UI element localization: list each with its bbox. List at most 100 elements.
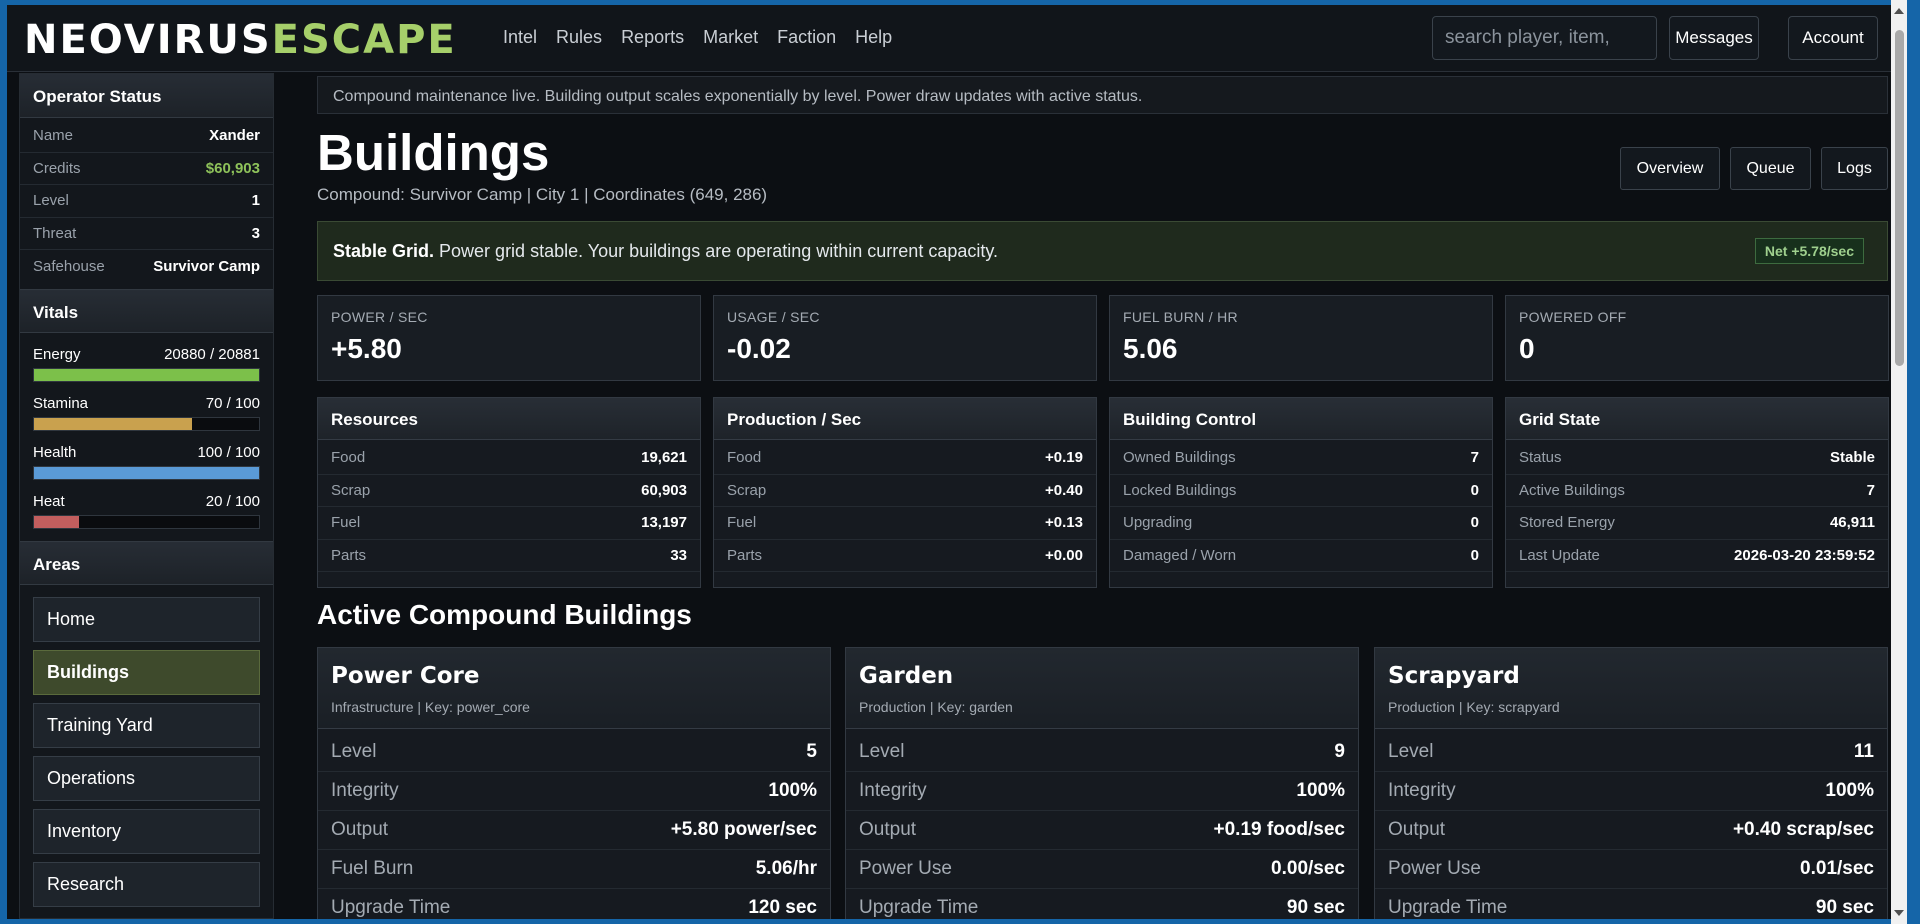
grid-state-panel: Grid State Status Stable Active Buildings…: [1505, 397, 1889, 588]
row-label: Integrity: [859, 780, 927, 801]
stat-value: 5.06: [1123, 333, 1178, 364]
status-value: Survivor Camp: [153, 257, 260, 275]
building-meta: Infrastructure | Key: power_core: [331, 699, 530, 715]
logs-button[interactable]: Logs: [1821, 147, 1888, 190]
area-home[interactable]: Home: [33, 596, 260, 642]
areas-title: Areas: [20, 540, 273, 585]
stamina-bar: [33, 416, 260, 431]
status-value: Xander: [209, 127, 260, 145]
sidebar: Operator Status Name Xander Credits $60,…: [19, 73, 274, 919]
area-research[interactable]: Research: [33, 861, 260, 907]
nav-market[interactable]: Market: [703, 27, 758, 48]
vital-label: Health: [33, 443, 77, 461]
alert-heading: Stable Grid.: [333, 241, 435, 261]
row-value: 100%: [1296, 780, 1345, 801]
row-label: Power Use: [1388, 858, 1481, 879]
status-label: Credits: [33, 159, 81, 177]
stat-label: FUEL BURN / HR: [1123, 309, 1238, 325]
row-value: +0.19 food/sec: [1213, 819, 1345, 840]
vitals-list: Energy 20880 / 20881 Stamina 70 / 100 Heal…: [20, 346, 273, 541]
row-label: Level: [1388, 741, 1434, 762]
row-value: 100%: [1825, 780, 1874, 801]
row-label: Scrap: [331, 481, 371, 499]
brand-logo[interactable]: NEOVIRUSESCAPE: [24, 18, 457, 62]
row-value: 0: [1470, 514, 1479, 532]
row-value: 9: [1334, 741, 1345, 762]
nav-rules[interactable]: Rules: [556, 27, 602, 48]
area-buildings[interactable]: Buildings: [33, 649, 260, 695]
scroll-down-icon[interactable]: [1894, 910, 1904, 916]
row-label: Output: [331, 819, 389, 840]
scroll-up-icon[interactable]: [1894, 8, 1904, 14]
row-label: Food: [727, 449, 762, 467]
vital-stamina: Stamina 70 / 100: [20, 395, 273, 431]
row-value: +0.40: [1045, 481, 1083, 499]
top-bar: NEOVIRUSESCAPE Intel Rules Reports Marke…: [7, 5, 1898, 72]
search-input[interactable]: [1432, 16, 1657, 60]
stat-fuel-burn: FUEL BURN / HR 5.06: [1109, 295, 1493, 381]
stamina-bar-fill: [34, 417, 192, 430]
row-value: 0.00/sec: [1271, 858, 1345, 879]
vital-value: 100 / 100: [197, 443, 260, 461]
nav-intel[interactable]: Intel: [503, 27, 537, 48]
nav-faction[interactable]: Faction: [777, 27, 836, 48]
row-label: Damaged / Worn: [1123, 546, 1237, 564]
row-label: Status: [1519, 449, 1562, 467]
row-value: 11: [1853, 741, 1874, 762]
status-row-safehouse: Safehouse Survivor Camp: [20, 250, 273, 283]
page-subtitle: Compound: Survivor Camp | City 1 | Coord…: [317, 185, 768, 204]
row-value: +0.19: [1045, 449, 1083, 467]
energy-bar: [33, 367, 260, 382]
scrollbar-thumb[interactable]: [1895, 30, 1904, 366]
panel-title: Building Control: [1110, 398, 1492, 440]
building-meta: Production | Key: garden: [859, 699, 1013, 715]
stat-value: -0.02: [727, 333, 791, 364]
main-nav: Intel Rules Reports Market Faction Help: [503, 27, 911, 48]
row-value: 100%: [768, 780, 817, 801]
area-inventory[interactable]: Inventory: [33, 808, 260, 854]
panel-title: Resources: [318, 398, 700, 440]
building-control-panel: Building Control Owned Buildings 7 Locked…: [1109, 397, 1493, 588]
row-label: Fuel: [331, 514, 361, 532]
row-value: 120 sec: [748, 897, 817, 918]
stat-label: POWER / SEC: [331, 309, 428, 325]
panel-title: Production / Sec: [714, 398, 1096, 440]
vital-label: Stamina: [33, 394, 89, 412]
row-label: Level: [859, 741, 905, 762]
row-value: 5: [806, 741, 817, 762]
row-label: Power Use: [859, 858, 952, 879]
vital-value: 20 / 100: [205, 492, 260, 510]
nav-reports[interactable]: Reports: [621, 27, 684, 48]
area-training-yard[interactable]: Training Yard: [33, 702, 260, 748]
status-row-threat: Threat 3: [20, 218, 273, 250]
row-label: Parts: [331, 546, 367, 564]
row-label: Upgrading: [1123, 514, 1193, 532]
account-button[interactable]: Account: [1788, 16, 1878, 60]
row-label: Locked Buildings: [1123, 481, 1237, 499]
heat-bar-fill: [34, 515, 79, 528]
row-label: Output: [1388, 819, 1446, 840]
queue-button[interactable]: Queue: [1730, 147, 1811, 190]
grid-status-alert: Stable Grid. Power grid stable. Your bui…: [317, 221, 1888, 281]
overview-button[interactable]: Overview: [1620, 147, 1720, 190]
nav-help[interactable]: Help: [855, 27, 892, 48]
stat-value: 0: [1519, 333, 1535, 364]
building-name: Power Core: [331, 663, 480, 689]
vital-energy: Energy 20880 / 20881: [20, 346, 273, 382]
building-card-scrapyard: Scrapyard Production | Key: scrapyard Le…: [1374, 647, 1888, 919]
row-value: 0.01/sec: [1800, 858, 1874, 879]
health-bar: [33, 465, 260, 480]
vital-label: Heat: [33, 492, 65, 510]
area-operations[interactable]: Operations: [33, 755, 260, 801]
page-scrollbar[interactable]: [1891, 0, 1907, 924]
row-label: Integrity: [1388, 780, 1456, 801]
stat-powered-off: POWERED OFF 0: [1505, 295, 1889, 381]
vital-health: Health 100 / 100: [20, 444, 273, 480]
messages-button[interactable]: Messages: [1669, 16, 1759, 60]
row-value: 46,911: [1829, 514, 1875, 532]
row-label: Integrity: [331, 780, 399, 801]
row-label: Food: [331, 449, 366, 467]
stat-value: +5.80: [331, 333, 402, 364]
production-panel: Production / Sec Food +0.19 Scrap +0.40 Fu…: [713, 397, 1097, 588]
row-value: 5.06/hr: [755, 858, 817, 879]
